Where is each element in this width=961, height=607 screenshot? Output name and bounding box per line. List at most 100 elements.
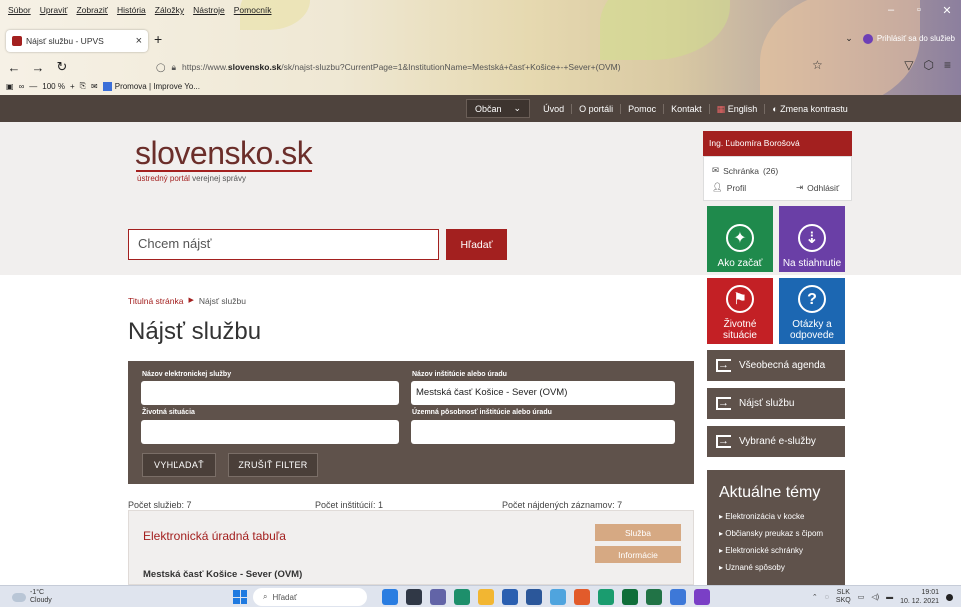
link-contact[interactable]: Kontakt: [664, 103, 710, 114]
selected-eservices-button[interactable]: → Vybrané e-služby: [707, 426, 845, 457]
language-indicator[interactable]: SLK SKQ: [836, 589, 851, 605]
address-bar[interactable]: ◯ 🔒︎ https://www.slovensko.sk/sk/najst-s…: [156, 58, 846, 76]
bookmark-item[interactable]: Promova | Improve Yo...: [102, 81, 200, 91]
network-icon[interactable]: ◌: [825, 594, 829, 601]
reload-icon[interactable]: ↻: [52, 59, 72, 75]
tray-chevron-icon[interactable]: ⌃: [812, 593, 818, 601]
info-button[interactable]: Informácie: [595, 546, 681, 563]
tile-downloads[interactable]: ⇣ Na stiahnutie: [779, 206, 845, 272]
account-area[interactable]: ⌄ Prihlásiť sa do služieb: [845, 33, 955, 44]
institutions-count: Počet inštitúcií: 1: [315, 500, 384, 510]
taskbar-search[interactable]: ⌕ Hľadať: [253, 588, 367, 606]
menu-file[interactable]: Súbor: [8, 5, 31, 19]
forward-icon[interactable]: →: [28, 60, 48, 75]
firefox-icon[interactable]: [574, 589, 590, 605]
app-menu-icon[interactable]: ≡: [944, 58, 951, 72]
reset-filter-button[interactable]: ZRUŠIŤ FILTER: [228, 453, 318, 477]
zoom-level[interactable]: 100 %: [42, 82, 65, 91]
menu-edit[interactable]: Upraviť: [40, 5, 68, 19]
site-logo[interactable]: slovensko.sk: [135, 135, 313, 172]
link-home[interactable]: Úvod: [536, 103, 573, 114]
app-icon[interactable]: [670, 589, 686, 605]
search-filter-button[interactable]: VYHĽADAŤ: [142, 453, 216, 477]
teams-icon[interactable]: [430, 589, 446, 605]
print-icon[interactable]: ▣: [6, 82, 14, 91]
result-title[interactable]: Elektronická úradná tabuľa: [143, 529, 286, 543]
notifications-icon[interactable]: [946, 593, 953, 601]
uk-flag-icon: ▦: [716, 103, 726, 114]
menu-tools[interactable]: Nástroje: [193, 5, 225, 19]
browser-tab[interactable]: Nájsť službu - UPVS ×: [6, 30, 148, 52]
topic-link[interactable]: Uznané spôsoby: [719, 563, 833, 572]
link-about[interactable]: O portáli: [572, 103, 622, 114]
link-help[interactable]: Pomoc: [621, 103, 665, 114]
territory-input[interactable]: [411, 420, 675, 444]
user-icon: 👤︎: [712, 182, 723, 192]
breadcrumb-home[interactable]: Titulná stránka: [128, 296, 183, 306]
bookmark-star-icon[interactable]: ☆: [812, 58, 823, 72]
pocket-icon[interactable]: ▽: [904, 58, 913, 72]
search-icon: ⌕: [263, 592, 268, 601]
app-icon[interactable]: [622, 589, 638, 605]
general-agenda-button[interactable]: → Všeobecná agenda: [707, 350, 845, 381]
life-situation-input[interactable]: [141, 420, 399, 444]
bookmark-label: Promova | Improve Yo...: [114, 81, 200, 91]
tile-faq[interactable]: ? Otázky a odpovede: [779, 278, 845, 344]
account-label: Prihlásiť sa do služieb: [876, 34, 955, 43]
app-icon[interactable]: [550, 589, 566, 605]
store-icon[interactable]: [502, 589, 518, 605]
site-search-input[interactable]: Chcem nájsť: [128, 229, 439, 260]
page-title: Nájsť službu: [128, 318, 262, 345]
inbox-link[interactable]: ✉ Schránka (26): [712, 165, 778, 176]
logout-link[interactable]: ⇥ Odhlásiť: [796, 182, 839, 193]
chevron-down-icon[interactable]: ⌄: [845, 33, 853, 44]
file-explorer-icon[interactable]: [478, 589, 494, 605]
user-name[interactable]: Ing. Ľubomíra Borošová: [703, 131, 852, 156]
maximize-icon[interactable]: ▫: [905, 0, 933, 20]
window-controls: – ▫ ✕: [877, 0, 961, 20]
weather-widget[interactable]: -1°C Cloudy: [12, 589, 52, 605]
close-window-icon[interactable]: ✕: [933, 0, 961, 20]
excel-icon[interactable]: [646, 589, 662, 605]
glasses-icon[interactable]: ∞: [19, 82, 25, 91]
site-search-button[interactable]: Hľadať: [446, 229, 507, 260]
windows-start-icon[interactable]: [233, 590, 247, 604]
mail-icon[interactable]: ✉: [91, 82, 98, 91]
app-icon[interactable]: [694, 589, 710, 605]
tile-how-to-start[interactable]: ✦ Ako začať: [707, 206, 773, 272]
battery-icon[interactable]: ▬: [886, 594, 893, 601]
edge-icon[interactable]: [382, 589, 398, 605]
service-button[interactable]: Služba: [595, 524, 681, 541]
link-contrast[interactable]: ◐ Zmena kontrastu: [765, 104, 854, 114]
user-type-select[interactable]: Občan ⌄: [466, 99, 531, 118]
topic-link[interactable]: Občiansky preukaz s čipom: [719, 529, 833, 538]
menu-bookmarks[interactable]: Záložky: [155, 5, 184, 19]
volume-icon[interactable]: ◁): [871, 593, 879, 601]
word-icon[interactable]: [526, 589, 542, 605]
institution-input[interactable]: Mestská časť Košice - Sever (OVM): [411, 381, 675, 405]
tile-life-situations[interactable]: ⚑ Životné situácie: [707, 278, 773, 344]
find-service-button[interactable]: → Nájsť službu: [707, 388, 845, 419]
menu-view[interactable]: Zobraziť: [76, 5, 108, 19]
zoom-out-icon[interactable]: —: [29, 82, 37, 91]
display-icon[interactable]: ▭: [858, 593, 865, 601]
topic-link[interactable]: Elektronizácia v kocke: [719, 512, 833, 521]
back-icon[interactable]: ←: [4, 60, 24, 75]
screenshot-icon[interactable]: ⎘: [80, 81, 86, 91]
profile-link[interactable]: 👤︎ Profil: [712, 182, 746, 193]
tile-label: Na stiahnutie: [782, 258, 842, 269]
zoom-in-icon[interactable]: +: [70, 82, 75, 91]
menu-history[interactable]: História: [117, 5, 146, 19]
task-view-icon[interactable]: [406, 589, 422, 605]
clock[interactable]: 19:01 10. 12. 2021: [900, 588, 939, 606]
new-tab-button[interactable]: +: [154, 31, 162, 47]
extensions-icon[interactable]: ⬡: [924, 58, 934, 72]
link-english[interactable]: ▦ English: [710, 103, 766, 114]
menu-help[interactable]: Pomocník: [234, 5, 272, 19]
topic-link[interactable]: Elektronické schránky: [719, 546, 833, 555]
service-name-input[interactable]: [141, 381, 399, 405]
app-icon[interactable]: [598, 589, 614, 605]
tab-close-icon[interactable]: ×: [136, 35, 142, 47]
minimize-icon[interactable]: –: [877, 0, 905, 20]
app-icon[interactable]: [454, 589, 470, 605]
